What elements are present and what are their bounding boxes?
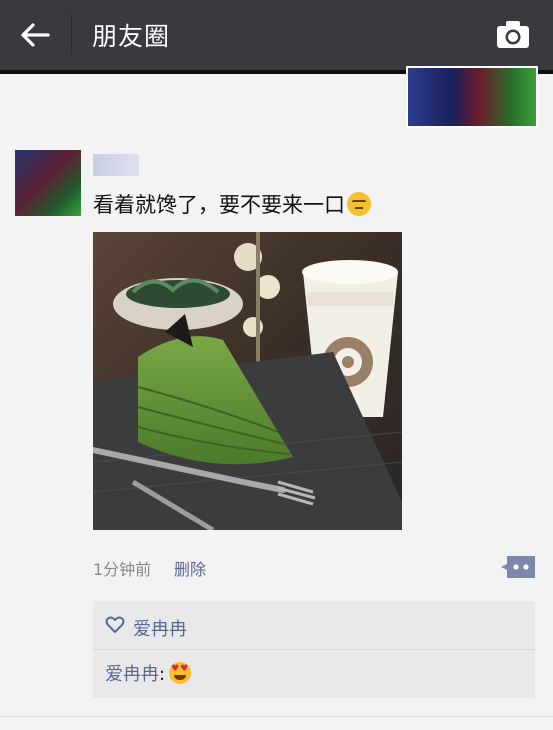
likes-row: 爱冉冉 — [93, 601, 535, 650]
post-text: 看着就馋了，要不要来一口 — [93, 189, 371, 219]
back-arrow-icon[interactable] — [18, 18, 52, 52]
post-photo[interactable] — [93, 232, 402, 530]
profile-cover-avatar[interactable] — [406, 66, 538, 128]
matcha-cake-photo-image — [93, 232, 402, 530]
heart-icon — [105, 616, 125, 634]
author-name[interactable]: 李轩 — [93, 154, 139, 176]
page-title: 朋友圈 — [92, 22, 171, 51]
like-user-name[interactable]: 爱冉冉 — [133, 615, 187, 641]
post-timestamp: 1分钟前 — [93, 560, 152, 579]
camera-icon[interactable] — [495, 18, 531, 50]
bottom-divider — [0, 716, 553, 717]
delete-link[interactable]: 删除 — [174, 556, 206, 580]
author-avatar[interactable] — [15, 150, 81, 216]
top-navigation-bar: 朋友圈 — [0, 0, 553, 70]
heart-eyes-emoji-icon — [169, 662, 192, 684]
likes-comments-panel: 爱冉冉 爱冉冉: — [93, 601, 535, 698]
comment-author[interactable]: 爱冉冉 — [105, 664, 159, 685]
post-text-content: 看着就馋了，要不要来一口 — [93, 193, 345, 217]
comment-more-icon[interactable] — [501, 556, 535, 578]
comment-separator: : — [159, 664, 166, 685]
pouting-face-emoji-icon — [347, 192, 371, 216]
comment-item[interactable]: 爱冉冉: — [105, 660, 192, 686]
header-divider — [71, 14, 72, 54]
